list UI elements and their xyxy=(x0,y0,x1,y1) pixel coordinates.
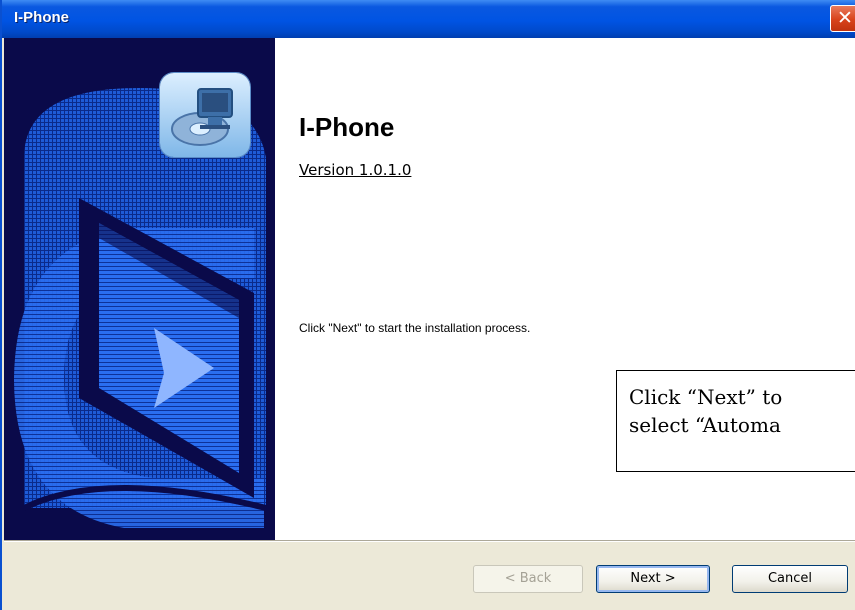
footer-separator xyxy=(4,540,855,542)
callout-line-2: select “Automa xyxy=(629,413,781,437)
side-banner-graphic xyxy=(4,38,275,540)
title-bar[interactable]: I-Phone ✕ xyxy=(2,0,855,38)
welcome-content: I-Phone Version 1.0.1.0 Click "Next" to … xyxy=(275,38,855,540)
close-icon: ✕ xyxy=(837,7,853,29)
back-button[interactable]: < Back xyxy=(473,565,583,593)
cancel-button[interactable]: Cancel xyxy=(732,565,848,593)
next-button[interactable]: Next > xyxy=(596,565,710,593)
app-name-heading: I-Phone xyxy=(299,112,395,142)
installer-window: I-Phone ✕ I-Phone Version 1.0.1.0 Click … xyxy=(0,0,855,610)
instruction-text: Click "Next" to start the installation p… xyxy=(299,321,531,335)
callout-line-1: Click “Next” to xyxy=(629,385,783,409)
window-title: I-Phone xyxy=(14,9,69,26)
computer-disk-icon xyxy=(171,88,233,146)
callout-box: Click “Next” to select “Automa xyxy=(616,370,855,472)
app-icon xyxy=(160,73,250,157)
close-button[interactable]: ✕ xyxy=(830,5,855,32)
version-label: Version 1.0.1.0 xyxy=(299,161,412,179)
